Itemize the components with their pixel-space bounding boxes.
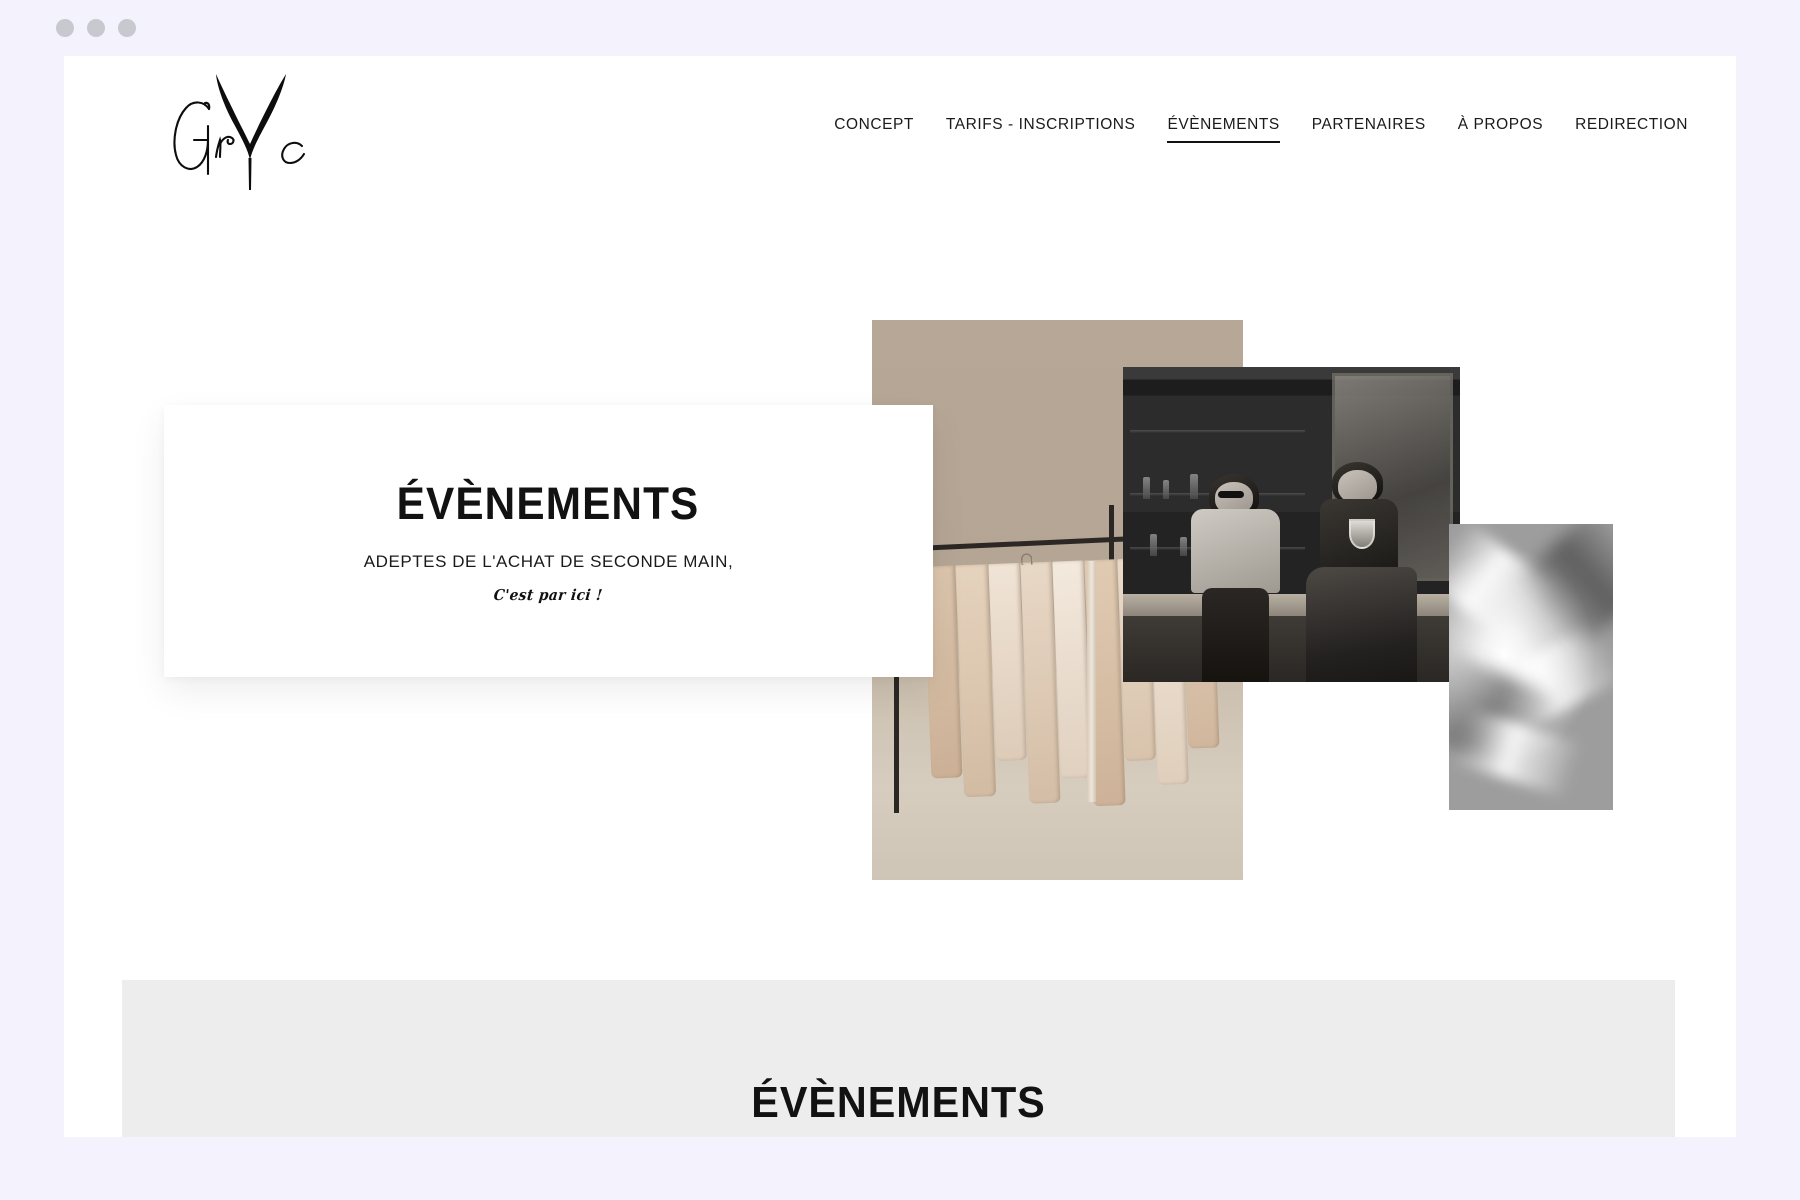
bar-scene-photo	[1123, 367, 1460, 682]
hero-text-card: ÉVÈNEMENTS ADEPTES DE L'ACHAT DE SECONDE…	[164, 405, 933, 677]
close-dot-icon[interactable]	[56, 19, 74, 37]
hero-subtitle: ADEPTES DE L'ACHAT DE SECONDE MAIN,	[363, 552, 734, 571]
page-canvas: CONCEPT TARIFS - INSCRIPTIONS ÉVÈNEMENTS…	[64, 56, 1736, 1137]
person-left	[1177, 474, 1292, 682]
events-section-band: ÉVÈNEMENTS	[122, 980, 1675, 1137]
page-title: ÉVÈNEMENTS	[397, 478, 700, 529]
browser-window: CONCEPT TARIFS - INSCRIPTIONS ÉVÈNEMENTS…	[0, 0, 1800, 1200]
bar-shelf	[1129, 430, 1305, 433]
maximize-dot-icon[interactable]	[118, 19, 136, 37]
satin-fabric-photo	[1449, 524, 1613, 810]
hero-section: ÉVÈNEMENTS ADEPTES DE L'ACHAT DE SECONDE…	[64, 56, 1736, 976]
person-right	[1298, 461, 1419, 683]
window-controls	[56, 19, 136, 37]
hero-script-line: C'est par ici !	[493, 586, 604, 604]
browser-titlebar	[0, 0, 1800, 56]
section-title: ÉVÈNEMENTS	[751, 1078, 1046, 1127]
minimize-dot-icon[interactable]	[87, 19, 105, 37]
garment-pole	[1087, 560, 1097, 802]
